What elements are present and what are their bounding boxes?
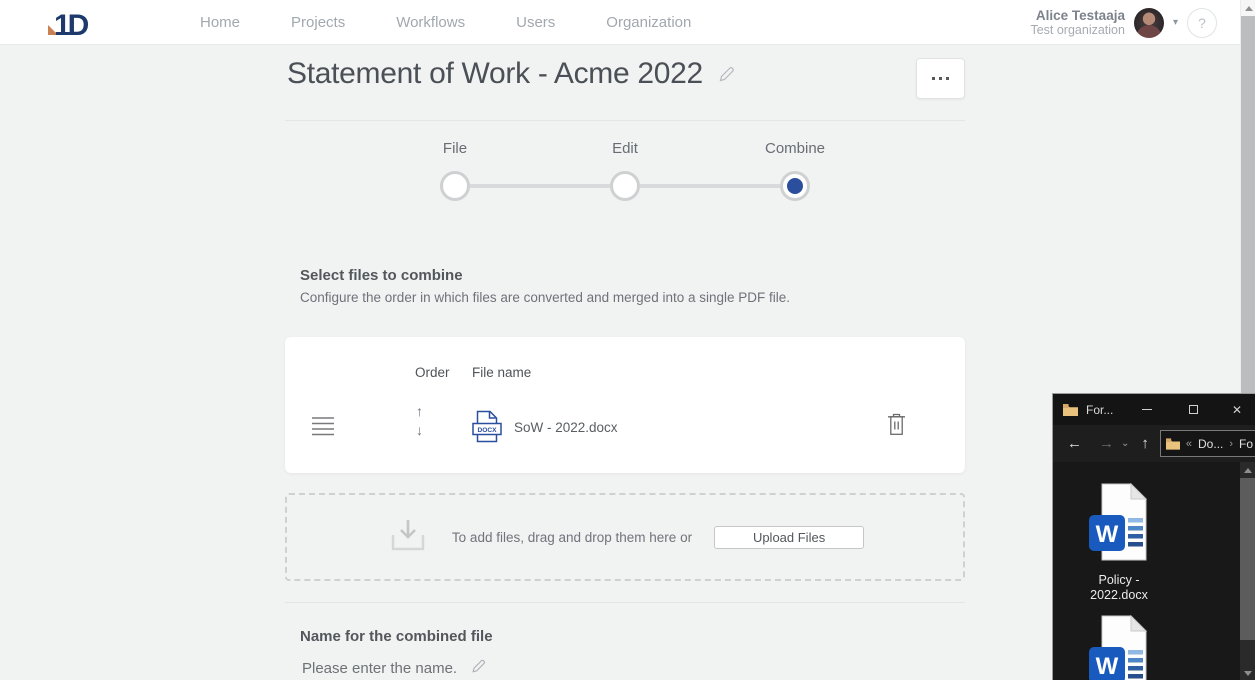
file-dropzone[interactable]: To add files, drag and drop them here or… (285, 493, 965, 581)
explorer-file-label[interactable]: Policy - 2022.docx (1071, 573, 1167, 603)
svg-text:1D: 1D (54, 9, 89, 41)
step-label-file: File (443, 140, 467, 157)
step-circle-file[interactable] (440, 171, 470, 201)
title-row: Statement of Work - Acme 2022 (287, 57, 736, 91)
nav-item-users[interactable]: Users (516, 14, 555, 31)
move-up-icon[interactable]: ↑ (416, 403, 423, 419)
combined-file-name-placeholder: Please enter the name. (302, 660, 457, 677)
column-header-file-name: File name (472, 365, 531, 380)
svg-text:W: W (1096, 521, 1119, 548)
breadcrumb-documents[interactable]: Do... (1198, 437, 1223, 451)
history-caret-icon[interactable]: ⌄ (1121, 438, 1129, 449)
combined-file-name-row: Please enter the name. (302, 658, 486, 679)
user-menu-caret-icon[interactable]: ▾ (1173, 17, 1178, 28)
explorer-scrollbar[interactable] (1240, 462, 1255, 680)
step-label-combine: Combine (765, 140, 825, 157)
user-area: Alice Testaaja Test organization ▾ ? (1030, 0, 1217, 45)
drag-handle-icon[interactable] (312, 417, 334, 441)
explorer-scroll-up-icon[interactable] (1244, 468, 1252, 473)
user-info: Alice Testaaja Test organization (1030, 8, 1125, 38)
page-title: Statement of Work - Acme 2022 (287, 57, 703, 91)
maximize-icon[interactable] (1181, 394, 1205, 425)
main-nav: Home Projects Workflows Users Organizati… (200, 0, 691, 45)
app-logo-icon[interactable]: 1D (40, 5, 98, 41)
top-navbar: 1D Home Projects Workflows Users Organiz… (0, 0, 1255, 45)
docx-file-icon: DOCX (472, 410, 502, 448)
scroll-up-icon[interactable] (1245, 6, 1253, 11)
step-circle-combine[interactable] (780, 171, 810, 201)
nav-item-workflows[interactable]: Workflows (396, 14, 465, 31)
close-icon[interactable]: ✕ (1225, 394, 1249, 425)
minimize-icon[interactable] (1135, 394, 1159, 425)
title-divider (285, 120, 965, 121)
more-options-button[interactable] (916, 58, 965, 99)
explorer-toolbar: ← → ⌄ ↑ « Do... › Fo (1053, 425, 1255, 462)
up-directory-icon[interactable]: ↑ (1141, 435, 1149, 452)
help-button[interactable]: ? (1187, 8, 1217, 38)
ellipsis-icon (932, 77, 936, 81)
active-step-dot (787, 178, 803, 194)
select-files-description: Configure the order in which files are c… (300, 290, 790, 305)
select-files-heading: Select files to combine (300, 267, 463, 284)
main-content: Statement of Work - Acme 2022 File Edit … (285, 45, 965, 680)
nav-item-organization[interactable]: Organization (606, 14, 691, 31)
breadcrumb-separator-icon: › (1229, 438, 1233, 450)
user-name: Alice Testaaja (1030, 8, 1125, 23)
step-circle-edit[interactable] (610, 171, 640, 201)
breadcrumb-folder[interactable]: Fo (1239, 437, 1253, 451)
svg-text:DOCX: DOCX (477, 427, 497, 434)
upload-files-button[interactable]: Upload Files (714, 526, 864, 549)
explorer-window-title: For... (1086, 403, 1113, 417)
dropzone-text: To add files, drag and drop them here or (452, 530, 692, 545)
file-explorer-window: For... ✕ ← → ⌄ ↑ « Do... › Fo (1052, 393, 1255, 680)
delete-file-button[interactable] (887, 413, 906, 439)
address-folder-icon (1166, 438, 1180, 450)
step-connector (640, 184, 780, 188)
drop-download-icon (386, 515, 430, 560)
nav-item-projects[interactable]: Projects (291, 14, 345, 31)
avatar[interactable] (1134, 8, 1164, 38)
step-label-edit: Edit (612, 140, 638, 157)
move-down-icon[interactable]: ↓ (416, 422, 423, 438)
folder-icon (1063, 404, 1078, 416)
column-header-order: Order (415, 365, 450, 380)
word-file-icon: W (1087, 482, 1151, 562)
explorer-scroll-down-icon[interactable] (1244, 671, 1252, 676)
explorer-scrollbar-thumb[interactable] (1240, 478, 1255, 640)
explorer-file-item[interactable]: W Policy - 2022.docx (1064, 482, 1174, 603)
svg-text:W: W (1096, 653, 1119, 680)
file-name: SoW - 2022.docx (514, 420, 618, 435)
address-bar[interactable]: « Do... › Fo (1160, 430, 1255, 457)
combined-file-name-heading: Name for the combined file (300, 628, 493, 645)
explorer-file-pane: W Policy - 2022.docx W (1053, 462, 1255, 680)
nav-item-home[interactable]: Home (200, 14, 240, 31)
order-arrows: ↑ ↓ (416, 403, 423, 438)
word-file-icon: W (1087, 614, 1151, 680)
explorer-titlebar[interactable]: For... ✕ (1053, 394, 1255, 425)
forward-icon[interactable]: → (1099, 435, 1114, 452)
edit-name-icon[interactable] (470, 658, 486, 679)
edit-title-icon[interactable] (717, 65, 736, 84)
step-connector (470, 184, 610, 188)
explorer-file-item[interactable]: W (1064, 614, 1174, 680)
user-organization: Test organization (1030, 23, 1125, 38)
breadcrumb-overflow-icon[interactable]: « (1186, 438, 1192, 450)
section-divider (285, 602, 965, 603)
workflow-stepper: File Edit Combine (285, 140, 965, 210)
back-icon[interactable]: ← (1067, 435, 1082, 452)
files-table-card: Order File name ↑ ↓ DOCX SoW - 2022.docx (285, 337, 965, 473)
